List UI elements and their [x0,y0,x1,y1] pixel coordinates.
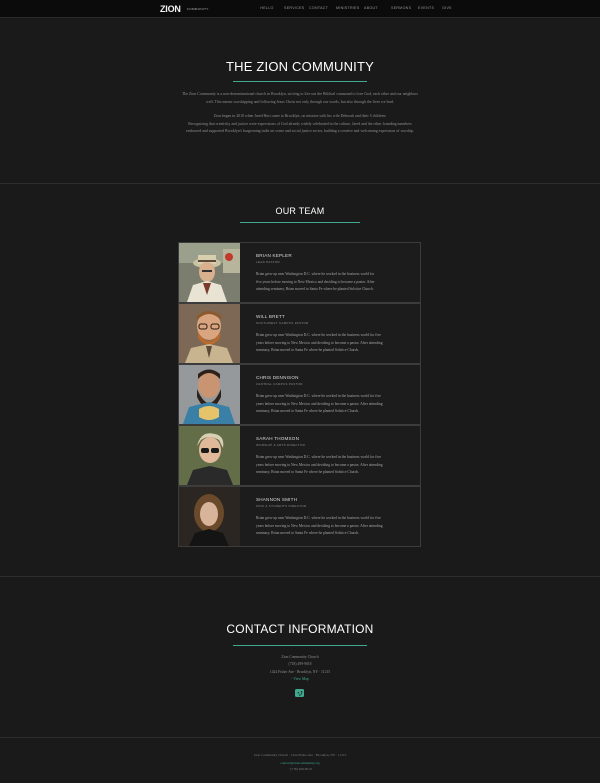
vimeo-icon[interactable] [295,689,304,697]
team-member-name: BRIAN KEPLER [256,253,292,258]
team-member-photo [179,243,240,302]
team-list: BRIAN KEPLER LEAD PASTOR Brian grew up n… [178,242,421,547]
bio-line: years before moving to New Mexico and de… [256,523,383,528]
about-title: THE ZION COMMUNITY [225,59,375,74]
nav-item-services[interactable]: SERVICES [284,6,304,10]
about-intro-line: well. This means worshipping and followi… [206,99,394,104]
bio-line: Brian grew up near Washington D.C. where… [256,516,381,520]
footer-address: Zion Community Church · 1424 Fisher Ave … [253,753,347,757]
nav-item-hello[interactable]: HELLO [258,6,276,10]
team-member-role: KIDS & STUDENTS DIRECTOR [256,504,307,508]
team-member-role: CENTRAL CAMPUS PASTOR [256,382,303,386]
team-member-info: SARAH THOMSON WORSHIP & ARTS DIRECTOR Br… [256,436,406,477]
team-title: OUR TEAM [275,206,325,216]
team-member-info: WILL BRETT SOUTHWEST CAMPUS PASTOR Brian… [256,314,406,355]
logo-wordmark: ZION [160,3,181,14]
bio-line: Brian grew up near Washington D.C. where… [256,455,381,459]
team-member-name: SHANNON SMITH [256,497,298,502]
bio-line: Brian grew up near Washington D.C. where… [256,394,381,398]
contact-title: CONTACT INFORMATION [226,622,374,636]
contact-address: 1424 Fisher Ave · Brooklyn, NY · 11215 [269,670,331,674]
team-member-info: CHRIS DENNISON CENTRAL CAMPUS PASTOR Bri… [256,375,406,416]
team-member-bio: Brian grew up near Washington D.C. where… [256,393,406,416]
team-member-photo [179,426,240,485]
main-nav: HELLO SERVICES CONTACT MINISTRIES ABOUT … [258,6,454,10]
nav-item-about[interactable]: ABOUT [363,6,379,10]
team-member-bio: Brian grew up near Washington D.C. where… [256,271,406,294]
team-member-name: CHRIS DENNISON [256,375,299,380]
section-divider [0,183,600,184]
about-history-line: Recognizing that creativity and justice … [188,121,412,126]
team-member-info: BRIAN KEPLER LEAD PASTOR Brian grew up n… [256,253,406,294]
team-card: WILL BRETT SOUTHWEST CAMPUS PASTOR Brian… [178,303,421,364]
team-member-info: SHANNON SMITH KIDS & STUDENTS DIRECTOR B… [256,497,406,538]
view-map-link[interactable]: View Map [293,677,308,681]
footer-email-link[interactable]: contact@zioncommunity.org [280,761,319,765]
about-history-line: embraced and supported Brooklyn's burgeo… [186,129,414,133]
about-history-line: Zion began in 2010 when Jared Hurt came … [213,114,387,118]
team-member-photo [179,487,240,546]
footer-divider [0,737,600,738]
bio-line: seminary, Brian moved to Santa Fe where … [256,531,360,535]
contact-title-underline [233,645,367,646]
about-intro-line: The Zion Community is a non-denomination… [181,92,419,96]
team-member-name: WILL BRETT [256,314,285,319]
about-title-underline [233,81,367,82]
team-card: SHANNON SMITH KIDS & STUDENTS DIRECTOR B… [178,486,421,547]
team-member-role: SOUTHWEST CAMPUS PASTOR [256,321,309,325]
team-member-photo [179,304,240,363]
top-navbar: ZION COMMUNITY HELLO SERVICES CONTACT MI… [0,0,600,18]
team-title-underline [240,222,360,223]
nav-item-sermons[interactable]: SERMONS [391,6,411,10]
footer-email-row: contact@zioncommunity.org [0,761,600,765]
team-member-bio: Brian grew up near Washington D.C. where… [256,454,406,477]
bio-line: seminary, Brian moved to Santa Fe where … [256,470,360,474]
footer-phone: · (718) 499-9018 [288,767,312,771]
nav-item-ministries[interactable]: MINISTRIES [336,6,359,10]
about-history: Zion began in 2010 when Jared Hurt came … [160,113,440,136]
contact-phone: (718) 499-9018 [288,662,312,666]
contact-org: Zion Community Church [281,655,319,659]
team-member-bio: Brian grew up near Washington D.C. where… [256,332,406,355]
team-member-role: LEAD PASTOR [256,260,281,264]
team-member-photo [179,365,240,424]
bio-line: Brian grew up near Washington D.C. where… [256,272,375,276]
team-member-name: SARAH THOMSON [256,436,300,441]
team-card: BRIAN KEPLER LEAD PASTOR Brian grew up n… [178,242,421,303]
team-member-role: WORSHIP & ARTS DIRECTOR [256,443,306,447]
bio-line: years before moving to New Mexico and de… [256,340,383,345]
team-card: SARAH THOMSON WORSHIP & ARTS DIRECTOR Br… [178,425,421,486]
bio-line: attending seminary, Brian moved to Santa… [256,287,374,291]
contact-map-row: - View Map [291,677,309,681]
nav-item-contact[interactable]: CONTACT [309,6,328,10]
bio-line: years before moving to New Mexico and de… [256,462,383,467]
about-intro: The Zion Community is a non-denomination… [160,91,440,106]
bio-line: five years before moving to New Mexico a… [256,279,375,284]
logo-subtitle: COMMUNITY [186,6,209,11]
bio-line: years before moving to New Mexico and de… [256,401,383,406]
bio-line: seminary, Brian moved to Santa Fe where … [256,348,360,352]
section-divider [0,576,600,577]
bio-line: seminary, Brian moved to Santa Fe where … [256,409,360,413]
nav-item-events[interactable]: EVENTS [418,6,434,10]
site-logo[interactable]: ZION COMMUNITY [160,3,209,14]
team-member-bio: Brian grew up near Washington D.C. where… [256,515,406,538]
bio-line: Brian grew up near Washington D.C. where… [256,333,381,337]
nav-item-give[interactable]: GIVE [440,6,454,10]
team-card: CHRIS DENNISON CENTRAL CAMPUS PASTOR Bri… [178,364,421,425]
